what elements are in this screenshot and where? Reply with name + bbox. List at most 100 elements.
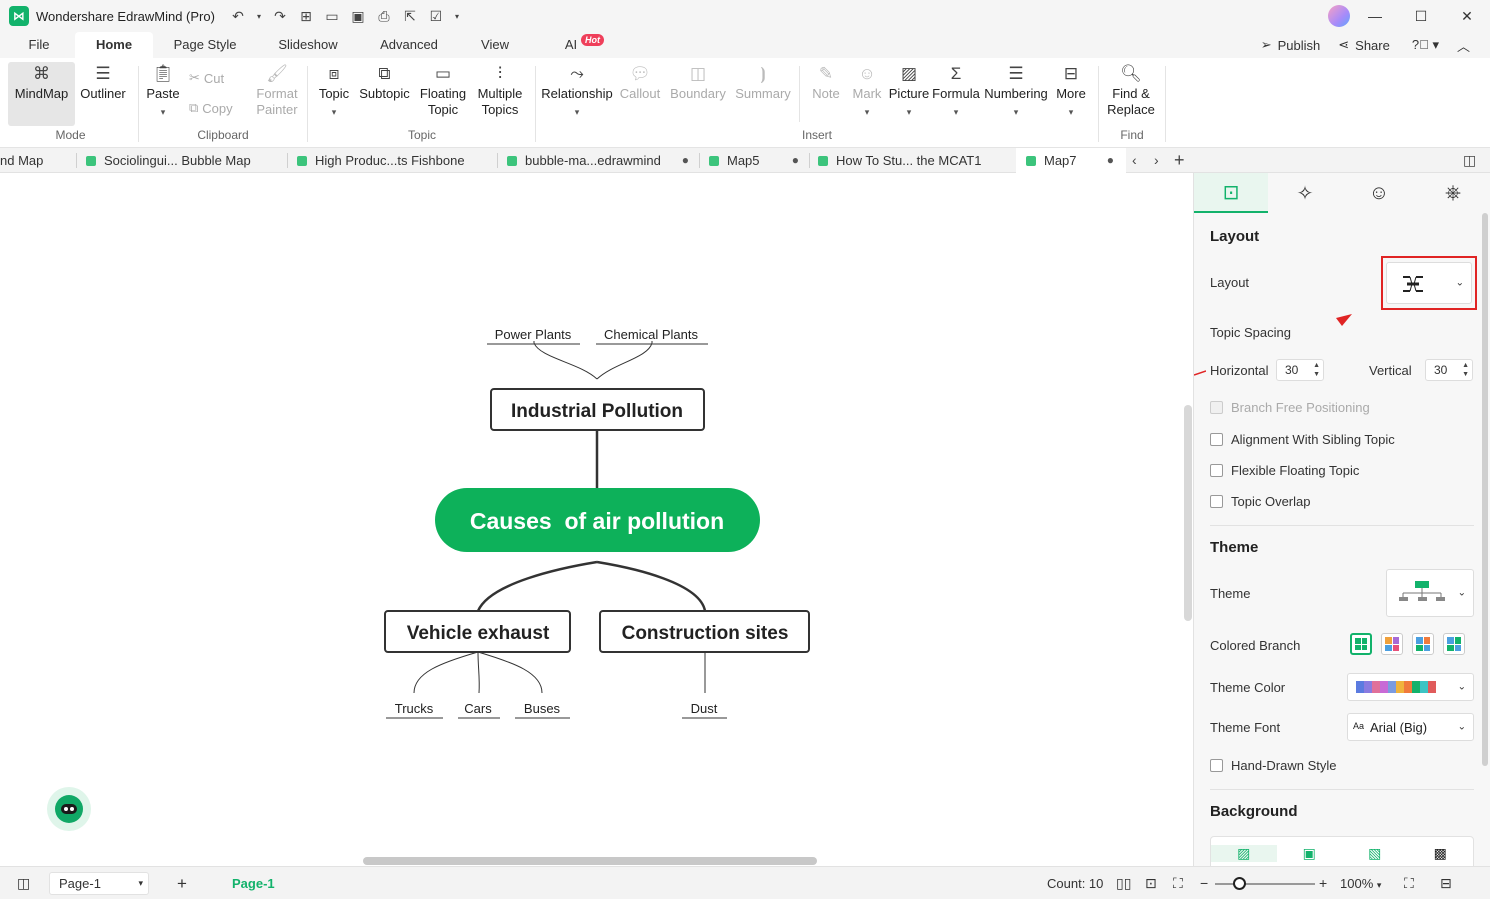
theme-dropdown[interactable]: ⌄ [1386,569,1474,617]
callout-button[interactable]: 💬︎ Callout [618,62,662,102]
vertical-spacing-input[interactable]: 30 ▲ ▼ [1425,359,1473,381]
page-list-icon[interactable]: ◫ [17,867,30,899]
export-icon[interactable]: ⇱ [401,8,419,25]
picture-button[interactable]: ▨ Picture ▾ [887,62,931,120]
alignment-sibling-checkbox[interactable]: Alignment With Sibling Topic [1210,432,1395,447]
zoom-out-icon[interactable]: − [1200,867,1208,899]
hand-drawn-style-checkbox[interactable]: Hand-Drawn Style [1210,758,1337,773]
image-background-icon[interactable]: ▩ [1408,845,1474,862]
share-button[interactable]: Share [1355,38,1390,53]
main-topic-vehicle[interactable]: Vehicle exhaust [384,610,571,653]
tab-view[interactable]: View [470,32,520,58]
outliner-mode-button[interactable]: ☰ Outliner [78,62,128,102]
doc-tab[interactable]: How To Stu... the MCAT1 [818,148,1008,173]
publish-button[interactable]: Publish [1278,38,1321,53]
minimize-icon[interactable]: — [1352,8,1398,24]
tab-ai[interactable]: AI [560,32,582,58]
boundary-button[interactable]: ◫ Boundary [668,62,728,102]
doc-tab[interactable]: Map5 ● [709,148,799,173]
horizontal-spacing-input[interactable]: 30 ▲ ▼ [1276,359,1324,381]
collapse-ribbon-icon[interactable]: ︿ [1457,36,1470,55]
mindmap-canvas[interactable]: Causes of air pollution Industrial Pollu… [0,173,1193,866]
tab-slideshow[interactable]: Slideshow [268,32,348,58]
horizontal-scrollbar[interactable] [363,857,817,865]
flexible-floating-checkbox[interactable]: Flexible Floating Topic [1210,463,1359,478]
new-file-icon[interactable]: ⊞ [297,8,315,25]
print-icon[interactable]: ⎙ [375,8,393,25]
page-selector[interactable]: Page-1 ▾ [49,872,149,895]
fit-width-icon[interactable]: ⛶ [1173,867,1183,899]
main-topic-industrial[interactable]: Industrial Pollution [490,388,705,431]
share-icon[interactable]: ⋖ [1338,37,1349,53]
subtopic-buses[interactable]: Buses [524,701,561,716]
cut-button[interactable]: ✂ Cut [189,70,224,86]
topic-button[interactable]: ⧈ Topic ▾ [313,62,355,120]
no-background-icon[interactable]: ▨ [1211,844,1277,862]
tab-home[interactable]: Home [75,32,153,58]
color-background-icon[interactable]: ▣ [1277,845,1343,862]
doc-tab-active[interactable]: Map7 ● [1016,148,1126,173]
panel-tab-settings[interactable]: ⎈ [1416,173,1490,213]
colored-branch-option[interactable] [1412,633,1434,655]
publish-icon[interactable]: ➢ [1261,37,1272,53]
multiple-topics-button[interactable]: ⫶ Multiple Topics [472,62,528,118]
zoom-level[interactable]: 100% ▾ [1340,867,1381,899]
doc-tab[interactable]: bubble-ma...edrawmind ● [507,148,689,173]
doc-tab[interactable]: Sociolingui... Bubble Map [86,148,281,173]
subtopic-cars[interactable]: Cars [464,701,492,716]
undo-dropdown-icon[interactable]: ▾ [255,12,263,21]
vertical-scrollbar[interactable] [1184,405,1192,621]
more-button[interactable]: ⊟ More ▾ [1052,62,1090,120]
doc-tab[interactable]: nd Map [0,148,76,173]
formula-button[interactable]: Σ Formula ▾ [931,62,981,120]
summary-button[interactable]: ⦘ Summary [733,62,793,102]
panel-tab-icons[interactable]: ☺ [1342,173,1416,213]
colored-branch-option[interactable] [1443,633,1465,655]
copy-button[interactable]: ⧉ Copy [189,100,233,116]
numbering-button[interactable]: ☰ Numbering ▾ [983,62,1049,120]
stepper-arrows-icon[interactable]: ▲ ▼ [1313,361,1320,379]
customize-dropdown-icon[interactable]: ▾ [453,12,461,21]
zoom-slider[interactable] [1215,883,1315,885]
paste-button[interactable]: 📋︎ Paste ▾ [143,62,183,120]
panel-tab-ai[interactable]: ✧ [1268,173,1342,213]
tab-scroll-right-icon[interactable]: › [1154,148,1159,173]
task-icon[interactable]: ☑ [427,8,445,25]
book-view-icon[interactable]: ▯▯ [1116,867,1131,899]
save-icon[interactable]: ▣ [349,8,367,25]
floating-topic-button[interactable]: ▭ Floating Topic [416,62,470,118]
unsaved-dot-icon[interactable]: ● [1107,148,1114,173]
subtopic-dust[interactable]: Dust [691,701,718,716]
panel-scrollbar[interactable] [1482,213,1488,766]
mark-button[interactable]: ☺ Mark ▾ [848,62,886,120]
ai-assistant-button[interactable] [47,787,91,831]
doc-tab[interactable]: High Produc...ts Fishbone [297,148,492,173]
branch-free-positioning-checkbox[interactable]: Branch Free Positioning [1210,400,1370,415]
unsaved-dot-icon[interactable]: ● [682,148,689,173]
undo-icon[interactable]: ↶ [229,8,247,25]
colored-branch-option[interactable] [1350,633,1372,655]
open-folder-icon[interactable]: ▭ [323,8,341,25]
subtopic-trucks[interactable]: Trucks [395,701,434,716]
tab-scroll-left-icon[interactable]: ‹ [1132,148,1137,173]
texture-background-icon[interactable]: ▧ [1342,845,1408,862]
find-replace-button[interactable]: 🔍︎ Find & Replace [1104,62,1158,118]
panel-tab-page-format[interactable]: ⊡ [1194,173,1268,213]
new-tab-icon[interactable]: + [1174,148,1185,173]
user-avatar[interactable] [1328,5,1350,27]
redo-icon[interactable]: ↷ [271,8,289,25]
subtopic-chemical-plants[interactable]: Chemical Plants [604,327,698,342]
relationship-button[interactable]: ⤳ Relationship ▾ [540,62,614,120]
topic-overlap-checkbox[interactable]: Topic Overlap [1210,494,1310,509]
mindmap-mode-button[interactable]: ⌘ MindMap [8,62,75,126]
subtopic-button[interactable]: ⧉ Subtopic [357,62,412,102]
fullscreen-icon[interactable]: ⛶ [1404,867,1414,899]
collapse-panel-icon[interactable]: ⊟ [1440,867,1452,899]
main-topic-construction[interactable]: Construction sites [599,610,810,653]
add-page-icon[interactable]: + [177,867,187,899]
unsaved-dot-icon[interactable]: ● [792,148,799,173]
format-painter-button[interactable]: 🖌︎ Format Painter [252,62,302,118]
central-topic[interactable]: Causes of air pollution [435,488,760,552]
close-icon[interactable]: ✕ [1444,8,1490,25]
maximize-icon[interactable]: ☐ [1398,8,1444,25]
